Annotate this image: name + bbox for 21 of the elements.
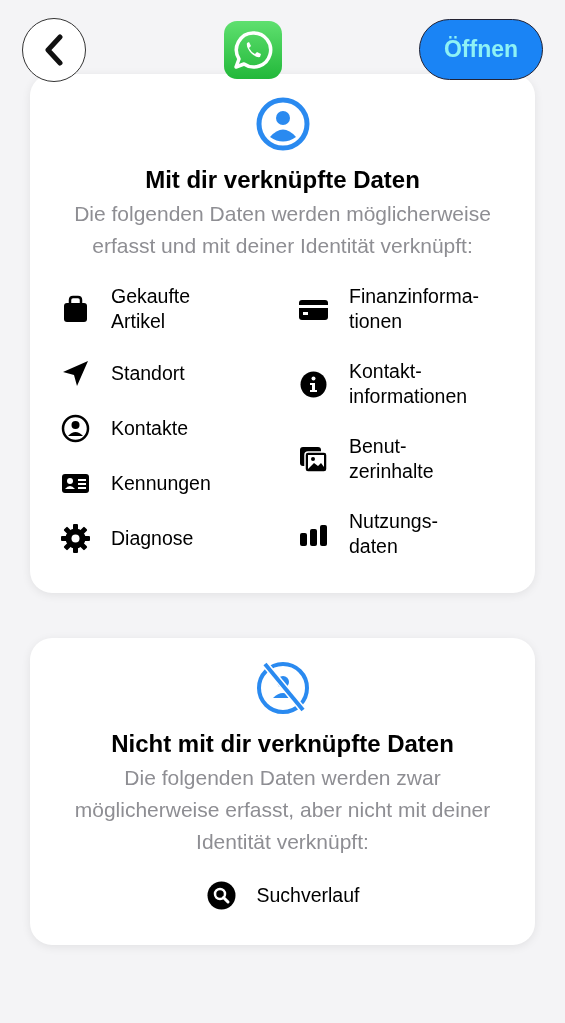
search-icon	[205, 880, 237, 911]
section-title: Nicht mit dir verknüpfte Daten	[111, 730, 454, 758]
data-category: Suchverlauf	[256, 883, 360, 908]
data-category: Kontakt- informationen	[349, 359, 468, 409]
section-title: Mit dir verknüpfte Daten	[145, 166, 420, 194]
section-description: Die folgenden Daten werden zwar möglicherweise erfasst, aber nicht mit deiner Identität verknüpft:	[73, 765, 492, 855]
data-category: Finanzinforma- tionen	[349, 284, 480, 334]
data-category: Nutzungs- daten	[349, 509, 438, 559]
section-description: Die folgenden Daten werden möglicherweise erfasst und mit deiner Identität verknüpft:	[73, 201, 492, 259]
gear-icon	[60, 523, 91, 554]
back-chevron-icon	[43, 33, 65, 66]
open-button[interactable]: Öffnen	[419, 19, 543, 80]
person-circle-icon	[60, 413, 91, 444]
data-category: Kennungen	[111, 471, 211, 496]
data-category: Standort	[111, 361, 185, 386]
data-category: Diagnose	[111, 526, 194, 551]
person-circle-icon	[254, 96, 311, 152]
person-slash-icon	[254, 660, 311, 716]
data-category: Kontakte	[111, 416, 188, 441]
data-category: Benut- zerinhalte	[349, 434, 434, 484]
data-category: Gekaufte Artikel	[111, 284, 191, 334]
